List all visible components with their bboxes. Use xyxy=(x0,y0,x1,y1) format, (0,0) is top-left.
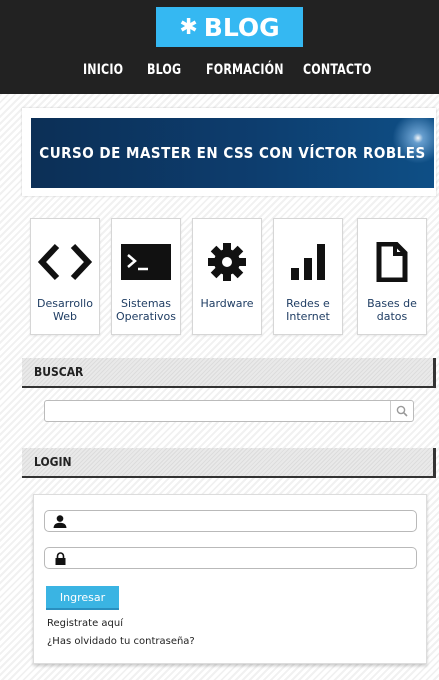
search-icon xyxy=(396,405,408,417)
category-bases-datos[interactable]: Bases de datos xyxy=(357,218,427,335)
category-grid: Desarrollo Web Sistemas Operativos Hardw… xyxy=(30,218,430,336)
category-desarrollo-web[interactable]: Desarrollo Web xyxy=(30,218,100,335)
site-header: ✱ BLOG INICIO BLOG FORMACIÓN CONTACTO xyxy=(0,0,439,94)
header-edge xyxy=(433,448,436,476)
file-icon xyxy=(358,237,426,287)
banner-text: CURSO DE MASTER EN CSS CON VÍCTOR ROBLES xyxy=(39,144,426,162)
code-icon xyxy=(31,237,99,287)
username-input[interactable] xyxy=(71,513,410,531)
banner-card: CURSO DE MASTER EN CSS CON VÍCTOR ROBLES xyxy=(22,108,436,196)
main-content: CURSO DE MASTER EN CSS CON VÍCTOR ROBLES… xyxy=(0,94,439,680)
login-widget-header: LOGIN xyxy=(22,448,436,478)
search-box xyxy=(44,400,414,422)
category-label: Sistemas Operativos xyxy=(115,297,176,323)
category-label: Redes e Internet xyxy=(286,297,330,323)
search-button[interactable] xyxy=(390,401,413,421)
terminal-icon xyxy=(112,237,180,287)
category-redes-internet[interactable]: Redes e Internet xyxy=(273,218,343,335)
login-submit-button[interactable]: Ingresar xyxy=(46,586,119,610)
nav-contacto[interactable]: CONTACTO xyxy=(303,62,372,78)
search-title: BUSCAR xyxy=(34,365,84,379)
search-input[interactable] xyxy=(49,403,383,421)
category-label: Bases de datos xyxy=(367,297,417,323)
password-field xyxy=(44,547,417,569)
logo-text: BLOG xyxy=(203,12,280,42)
category-label: Desarrollo Web xyxy=(37,297,93,323)
category-hardware[interactable]: Hardware xyxy=(192,218,262,335)
gear-icon xyxy=(193,237,261,287)
nav-inicio[interactable]: INICIO xyxy=(83,62,123,78)
header-edge xyxy=(433,358,436,386)
main-nav: INICIO BLOG FORMACIÓN CONTACTO xyxy=(0,62,439,84)
password-input[interactable] xyxy=(71,550,410,568)
lock-icon xyxy=(53,551,67,565)
signal-bars-icon xyxy=(274,237,342,287)
forgot-password-link[interactable]: ¿Has olvidado tu contraseña? xyxy=(47,636,195,647)
register-link[interactable]: Registrate aquí xyxy=(47,618,123,629)
gear-icon: ✱ xyxy=(179,14,198,40)
user-icon xyxy=(53,514,67,528)
course-banner[interactable]: CURSO DE MASTER EN CSS CON VÍCTOR ROBLES xyxy=(31,118,434,188)
nav-blog[interactable]: BLOG xyxy=(147,62,181,78)
category-label: Hardware xyxy=(200,297,254,310)
nav-formacion[interactable]: FORMACIÓN xyxy=(206,62,284,78)
search-widget-header: BUSCAR xyxy=(22,358,436,388)
login-title: LOGIN xyxy=(34,455,72,469)
site-logo[interactable]: ✱ BLOG xyxy=(156,7,303,47)
login-form: Ingresar Registrate aquí ¿Has olvidado t… xyxy=(33,494,427,664)
username-field xyxy=(44,510,417,532)
category-sistemas-operativos[interactable]: Sistemas Operativos xyxy=(111,218,181,335)
